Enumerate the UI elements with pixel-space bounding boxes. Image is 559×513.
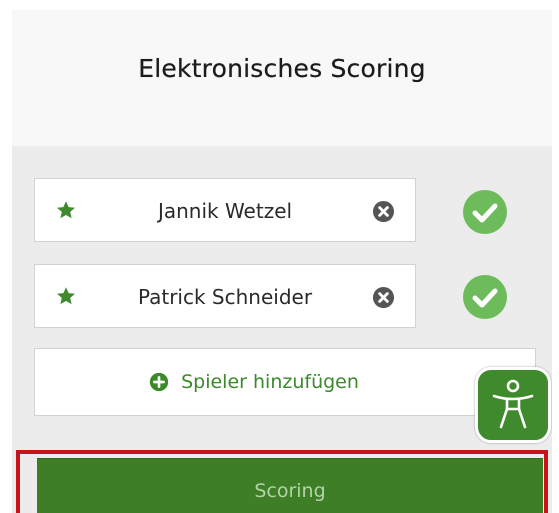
check-circle-icon: [463, 275, 507, 319]
close-circle-icon[interactable]: [372, 200, 395, 223]
scoring-button[interactable]: Scoring: [37, 458, 543, 513]
add-player-label: Spieler hinzufügen: [181, 371, 359, 393]
check-circle-icon: [463, 190, 507, 234]
accessibility-button[interactable]: [475, 367, 551, 443]
player-name: Jannik Wetzel: [157, 199, 293, 223]
add-player-button[interactable]: Spieler hinzufügen: [34, 348, 536, 416]
close-circle-icon[interactable]: [372, 286, 395, 309]
header: Elektronisches Scoring: [12, 10, 552, 146]
scoring-button-label: Scoring: [254, 480, 326, 502]
page-title: Elektronisches Scoring: [138, 54, 426, 83]
star-icon: [57, 287, 75, 305]
player-row: Patrick Schneider: [34, 264, 416, 328]
player-name: Patrick Schneider: [137, 285, 313, 309]
star-icon: [57, 201, 75, 219]
app-screen: Elektronisches Scoring Jannik Wetzel Pat…: [12, 10, 552, 513]
add-player-content: Spieler hinzufügen: [35, 349, 473, 415]
plus-circle-icon: [149, 372, 169, 392]
player-row: Jannik Wetzel: [34, 178, 416, 242]
accessibility-icon: [492, 379, 534, 429]
